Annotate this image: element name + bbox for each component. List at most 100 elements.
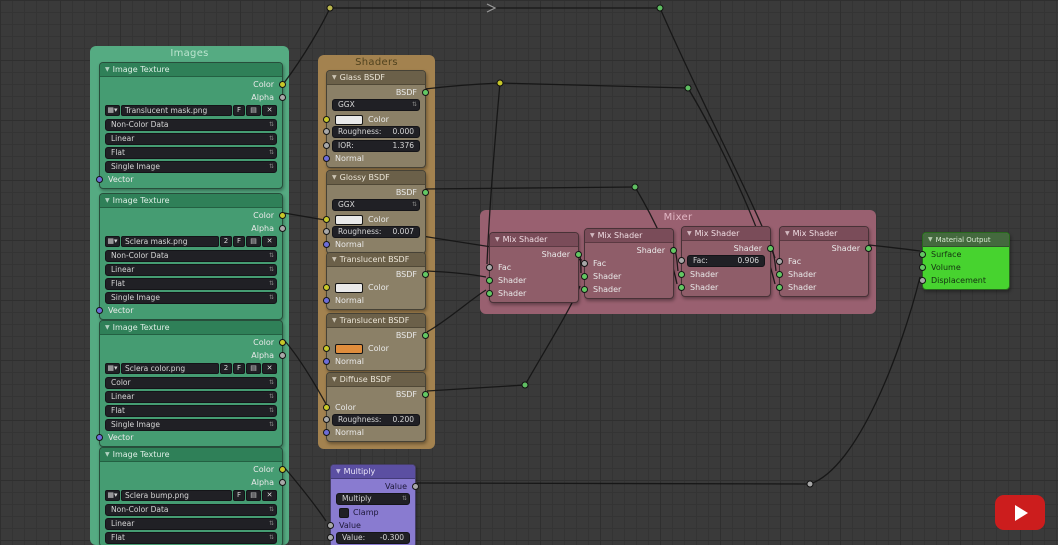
color-swatch[interactable]	[335, 343, 363, 354]
unlink-icon[interactable]: ✕	[262, 363, 277, 374]
open-image-icon[interactable]: ▤	[246, 490, 261, 501]
ior-slider[interactable]: IOR: 1.376	[332, 140, 420, 152]
roughness-slider[interactable]: Roughness: 0.200	[332, 414, 420, 426]
vector-input-socket[interactable]	[96, 307, 103, 314]
interpolation-dropdown[interactable]: Linear	[105, 264, 277, 276]
shader-input-socket-1[interactable]	[486, 277, 493, 284]
node-header[interactable]: ▼ Diffuse BSDF	[327, 373, 425, 387]
fake-user-button[interactable]: F	[233, 105, 245, 116]
roughness-slider[interactable]: Roughness: 0.000	[332, 126, 420, 138]
bsdf-output-socket[interactable]	[422, 391, 429, 398]
collapse-icon[interactable]: ▼	[590, 229, 595, 242]
value-slider[interactable]: Value: -0.300	[336, 532, 410, 544]
vector-input-socket[interactable]	[96, 176, 103, 183]
node-header[interactable]: ▼ Image Texture	[100, 448, 282, 462]
value-input-socket-2[interactable]	[327, 534, 334, 541]
bsdf-output-socket[interactable]	[422, 189, 429, 196]
roughness-input-socket[interactable]	[323, 416, 330, 423]
alpha-output-socket[interactable]	[279, 352, 286, 359]
node-header[interactable]: ▼ Image Texture	[100, 63, 282, 77]
node-header[interactable]: ▼ Material Output	[923, 233, 1009, 247]
shader-output-socket[interactable]	[670, 247, 677, 254]
surface-input-socket[interactable]	[919, 251, 926, 258]
image-browse-icon[interactable]: ▦▾	[105, 236, 120, 247]
color-space-dropdown[interactable]: Non-Color Data	[105, 119, 277, 131]
shader-input-socket-2[interactable]	[678, 284, 685, 291]
image-datablock-selector[interactable]: ▦▾ Sclera bump.png F ▤ ✕	[105, 490, 277, 501]
mix-shader-node-4[interactable]: ▼ Mix Shader Shader Fac Shader Shader	[776, 226, 872, 297]
image-browse-icon[interactable]: ▦▾	[105, 363, 120, 374]
collapse-icon[interactable]: ▼	[687, 227, 692, 240]
collapse-icon[interactable]: ▼	[332, 253, 337, 266]
fac-input-socket[interactable]	[486, 264, 493, 271]
mix-shader-node-2[interactable]: ▼ Mix Shader Shader Fac Shader Shader	[581, 228, 677, 299]
node-header[interactable]: ▼ Image Texture	[100, 194, 282, 208]
glass-bsdf-node[interactable]: ▼ Glass BSDF BSDF GGX Color Roughness:0.…	[323, 70, 429, 168]
roughness-input-socket[interactable]	[323, 228, 330, 235]
distribution-dropdown[interactable]: GGX	[332, 199, 420, 211]
shader-input-socket-1[interactable]	[776, 271, 783, 278]
color-swatch[interactable]	[335, 282, 363, 293]
shader-input-socket-2[interactable]	[581, 286, 588, 293]
color-swatch[interactable]	[335, 114, 363, 125]
users-count-button[interactable]: 2	[220, 236, 232, 247]
image-name[interactable]: Sclera bump.png	[121, 490, 232, 501]
color-space-dropdown[interactable]: Non-Color Data	[105, 250, 277, 262]
collapse-icon[interactable]: ▼	[105, 448, 110, 461]
source-dropdown[interactable]: Single Image	[105, 161, 277, 173]
bsdf-output-socket[interactable]	[422, 332, 429, 339]
image-name[interactable]: Translucent mask.png	[121, 105, 232, 116]
users-count-button[interactable]: 2	[220, 363, 232, 374]
color-output-socket[interactable]	[279, 212, 286, 219]
shader-input-socket-2[interactable]	[486, 290, 493, 297]
image-texture-node-1[interactable]: ▼ Image Texture Color Alpha ▦▾ Transluce…	[96, 62, 286, 189]
unlink-icon[interactable]: ✕	[262, 105, 277, 116]
bsdf-output-socket[interactable]	[422, 89, 429, 96]
node-header[interactable]: ▼ Mix Shader	[682, 227, 770, 241]
collapse-icon[interactable]: ▼	[332, 71, 337, 84]
translucent-bsdf-node-1[interactable]: ▼ Translucent BSDF BSDF Color Normal	[323, 252, 429, 310]
unlink-icon[interactable]: ✕	[262, 490, 277, 501]
image-texture-node-2[interactable]: ▼ Image Texture Color Alpha ▦▾ Sclera ma…	[96, 193, 286, 320]
unlink-icon[interactable]: ✕	[262, 236, 277, 247]
node-header[interactable]: ▼ Mix Shader	[585, 229, 673, 243]
normal-input-socket[interactable]	[323, 358, 330, 365]
normal-input-socket[interactable]	[323, 241, 330, 248]
fake-user-button[interactable]: F	[233, 363, 245, 374]
fac-input-socket[interactable]	[678, 257, 685, 264]
multiply-math-node[interactable]: ▼ Multiply Value Multiply Clamp Value Va…	[327, 464, 419, 545]
color-output-socket[interactable]	[279, 339, 286, 346]
color-input-socket[interactable]	[323, 404, 330, 411]
collapse-icon[interactable]: ▼	[332, 314, 337, 327]
ior-input-socket[interactable]	[323, 142, 330, 149]
node-header[interactable]: ▼ Mix Shader	[490, 233, 578, 247]
image-texture-node-4[interactable]: ▼ Image Texture Color Alpha ▦▾ Sclera bu…	[99, 447, 286, 545]
color-space-dropdown[interactable]: Color	[105, 377, 277, 389]
glossy-bsdf-node[interactable]: ▼ Glossy BSDF BSDF GGX Color Roughness:0…	[323, 170, 429, 254]
fac-slider[interactable]: Fac: 0.906	[687, 255, 765, 267]
color-input-socket[interactable]	[323, 284, 330, 291]
mix-shader-node-3[interactable]: ▼ Mix Shader Shader Fac: 0.906 Shader Sha…	[678, 226, 774, 297]
projection-dropdown[interactable]: Flat	[105, 532, 277, 544]
node-header[interactable]: ▼ Image Texture	[100, 321, 282, 335]
color-swatch[interactable]	[335, 214, 363, 225]
collapse-icon[interactable]: ▼	[785, 227, 790, 240]
collapse-icon[interactable]: ▼	[495, 233, 500, 246]
projection-dropdown[interactable]: Flat	[105, 147, 277, 159]
alpha-output-socket[interactable]	[279, 479, 286, 486]
interpolation-dropdown[interactable]: Linear	[105, 391, 277, 403]
node-header[interactable]: ▼ Mix Shader	[780, 227, 868, 241]
image-name[interactable]: Sclera color.png	[121, 363, 219, 374]
shader-input-socket-1[interactable]	[581, 273, 588, 280]
displacement-input-socket[interactable]	[919, 277, 926, 284]
clamp-checkbox[interactable]	[339, 507, 349, 518]
open-image-icon[interactable]: ▤	[246, 236, 261, 247]
blender-node-editor[interactable]: Images Shaders Mixer ▼ Image Texture Col…	[0, 0, 1058, 545]
node-header[interactable]: ▼ Glossy BSDF	[327, 171, 425, 185]
image-browse-icon[interactable]: ▦▾	[105, 105, 120, 116]
collapse-icon[interactable]: ▼	[928, 233, 933, 246]
shader-input-socket-2[interactable]	[776, 284, 783, 291]
roughness-input-socket[interactable]	[323, 128, 330, 135]
projection-dropdown[interactable]: Flat	[105, 405, 277, 417]
node-header[interactable]: ▼ Multiply	[331, 465, 415, 479]
